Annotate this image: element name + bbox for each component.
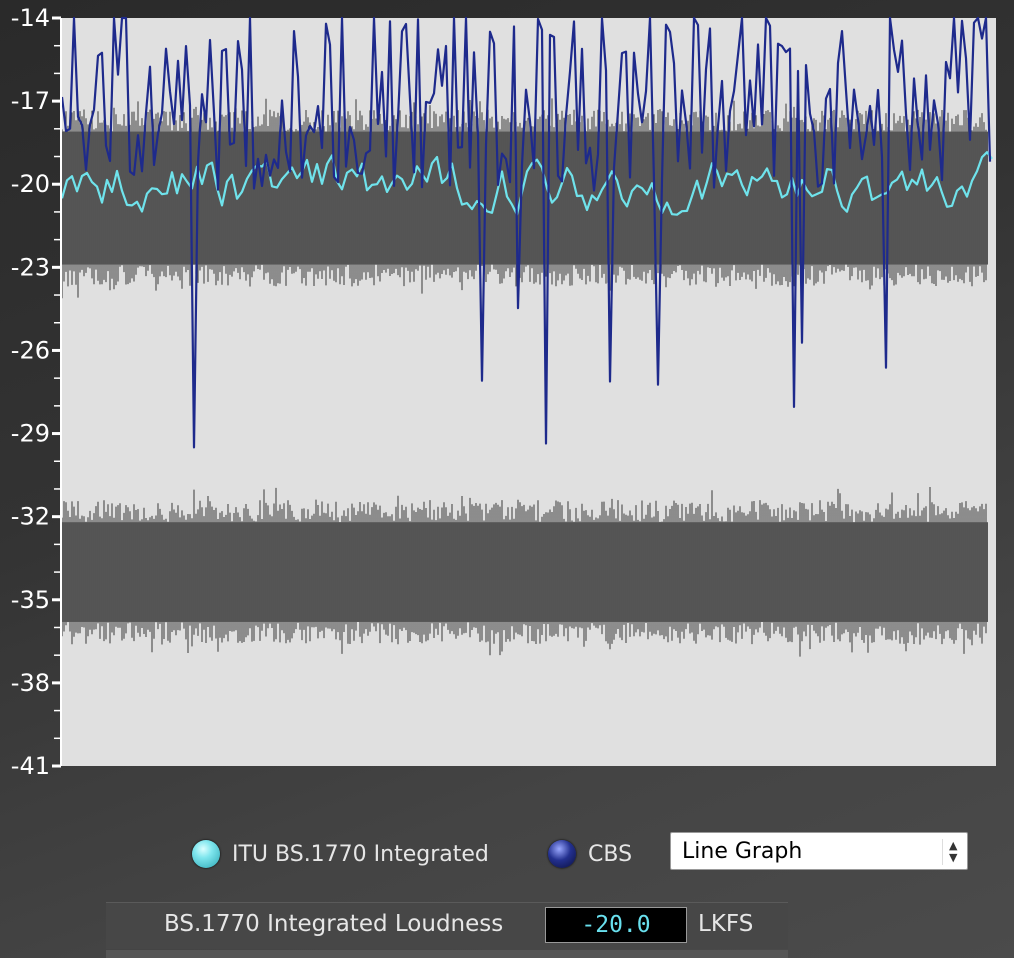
select-arrows-icon: ▲ ▼ — [942, 839, 961, 865]
y-tick-label: -14 — [11, 4, 50, 32]
y-tick-label: -23 — [11, 253, 50, 281]
legend-cbs[interactable]: CBS — [548, 836, 632, 872]
integrated-loudness-value: -20.0 — [545, 907, 687, 943]
legend-itu-label: ITU BS.1770 Integrated — [232, 841, 489, 867]
graph-mode-select[interactable]: Line Graph ▲ ▼ — [670, 832, 968, 870]
y-tick-label: -26 — [11, 336, 50, 364]
y-tick-label: -29 — [11, 420, 50, 448]
y-tick-label: -35 — [11, 586, 50, 614]
integrated-loudness-panel: BS.1770 Integrated Loudness -20.0 LKFS — [106, 902, 788, 949]
integrated-loudness-unit: LKFS — [698, 911, 754, 937]
y-tick-label: -20 — [11, 170, 50, 198]
y-tick-label: -17 — [11, 87, 50, 115]
y-tick-label: -38 — [11, 669, 50, 697]
waveform-band-1 — [62, 522, 988, 622]
y-tick-label: -41 — [11, 752, 50, 780]
legend-itu[interactable]: ITU BS.1770 Integrated — [192, 836, 489, 872]
loudness-chart-svg: -14 -17 -20 -23 -26 -29 -32 -35 -38 -41 — [11, 4, 996, 780]
graph-mode-value: Line Graph — [682, 838, 803, 864]
panel-bottom-strip — [106, 950, 788, 958]
y-tick-label: -32 — [11, 503, 50, 531]
legend-cbs-label: CBS — [588, 841, 633, 867]
integrated-loudness-label: BS.1770 Integrated Loudness — [164, 911, 504, 937]
waveform-band-0 — [62, 131, 988, 265]
itu-color-swatch-icon[interactable] — [192, 840, 220, 868]
loudness-graph: -14 -17 -20 -23 -26 -29 -32 -35 -38 -41 — [0, 0, 1014, 790]
cbs-color-swatch-icon[interactable] — [548, 840, 576, 868]
